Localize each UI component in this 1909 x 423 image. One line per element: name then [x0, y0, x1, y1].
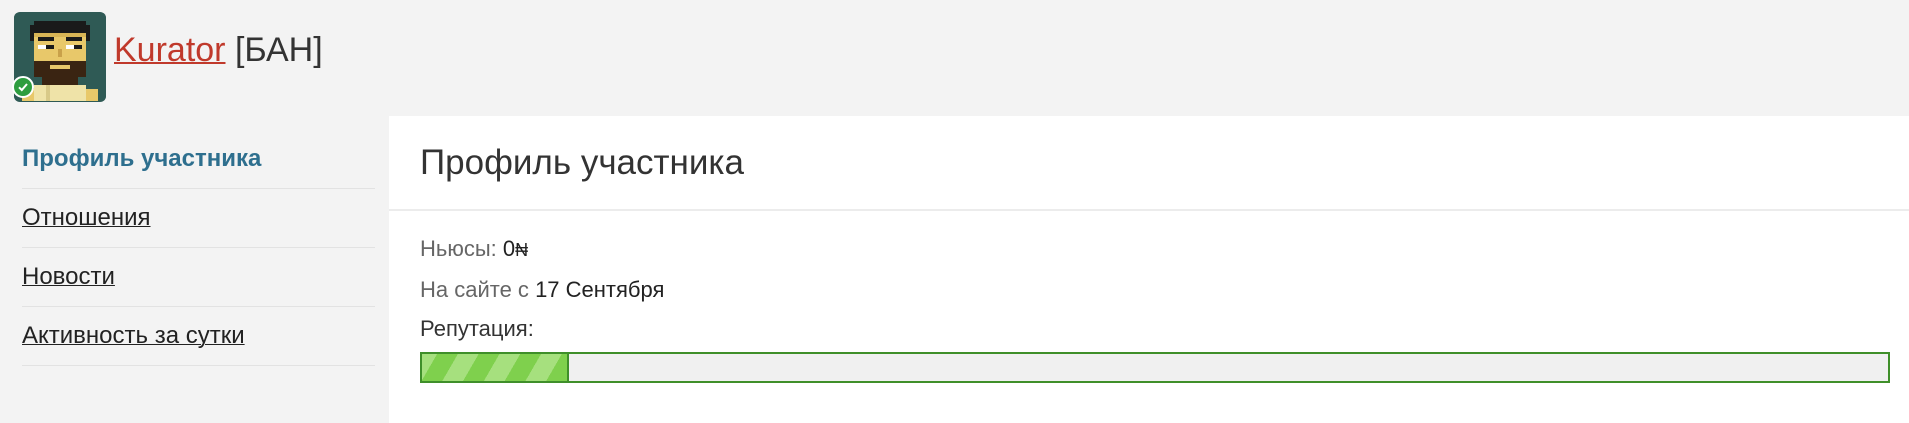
since-label: На сайте с — [420, 277, 529, 302]
panel-body: Ньюсы: 0₦ На сайте с 17 Сентября Репутац… — [389, 211, 1909, 383]
sidebar-item-label: Новости — [22, 263, 115, 290]
since-value: 17 Сентября — [535, 277, 665, 302]
avatar[interactable] — [12, 12, 106, 102]
ban-tag: [БАН] — [234, 31, 323, 69]
sidebar-item-label: Отношения — [22, 204, 151, 231]
sidebar-item-label: Активность за сутки — [22, 322, 245, 349]
newsy-value: 0 — [502, 236, 516, 261]
sidebar-item-profile[interactable]: Профиль участника — [22, 130, 375, 189]
check-circle-icon — [12, 76, 34, 98]
profile-page: Kurator [БАН] Профиль участника Отношени… — [0, 0, 1909, 423]
checkmark-glyph — [18, 83, 28, 92]
sidebar-item-news[interactable]: Новости — [22, 248, 375, 307]
newsy-row: Ньюсы: 0₦ — [420, 235, 1909, 264]
reputation-label: Репутация: — [420, 316, 534, 341]
page-title: Профиль участника — [420, 142, 744, 182]
reputation-bar — [420, 352, 1890, 383]
newsy-label: Ньюсы: — [420, 236, 497, 261]
profile-main-panel: Профиль участника Ньюсы: 0₦ На сайте с 1… — [389, 116, 1909, 423]
member-since-row: На сайте с 17 Сентября — [420, 276, 1909, 304]
sidebar-item-daily-activity[interactable]: Активность за сутки — [22, 307, 375, 366]
username-heading: Kurator [БАН] — [114, 30, 323, 70]
sidebar-item-relations[interactable]: Отношения — [22, 189, 375, 248]
reputation-bar-fill — [422, 354, 569, 381]
profile-header: Kurator [БАН] — [12, 12, 323, 102]
profile-sidebar-nav: Профиль участника Отношения Новости Акти… — [22, 130, 375, 366]
sidebar-item-label: Профиль участника — [22, 145, 262, 172]
username-link[interactable]: Kurator — [114, 31, 226, 69]
panel-header: Профиль участника — [389, 116, 1909, 211]
currency-icon: ₦ — [515, 240, 529, 260]
